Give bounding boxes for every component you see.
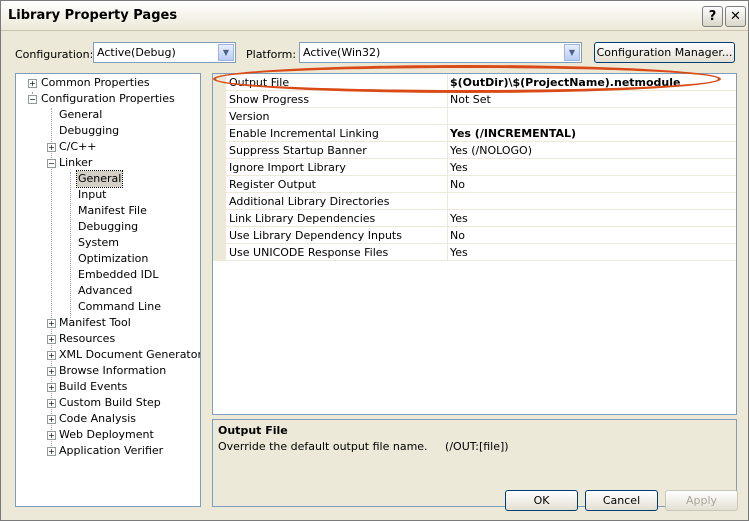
property-value[interactable]: Yes (/INCREMENTAL) [450,127,576,140]
property-tree[interactable]: + Common Properties − Configuration Prop… [15,73,201,507]
property-row-output-file[interactable]: Output File $(OutDir)\$(ProjectName).net… [226,74,736,91]
platform-combo[interactable]: Active(Win32) ▼ [299,42,582,63]
property-name: Link Library Dependencies [229,212,376,225]
property-value[interactable]: No [450,178,465,191]
property-row-ignore-import-library[interactable]: Ignore Import Library Yes [226,159,736,176]
platform-value: Active(Win32) [303,46,381,59]
property-value[interactable]: Yes (/NOLOGO) [450,144,532,157]
property-row-register-output[interactable]: Register Output No [226,176,736,193]
property-name: Version [229,110,270,123]
property-value[interactable]: $(OutDir)\$(ProjectName).netmodule [450,76,681,89]
property-grid[interactable]: Output File $(OutDir)\$(ProjectName).net… [212,73,737,415]
collapse-minus-icon[interactable]: − [28,95,37,104]
property-name: Show Progress [229,93,310,106]
help-button[interactable]: ? [702,6,723,27]
property-row-additional-library-directories[interactable]: Additional Library Directories [226,193,736,210]
property-name: Use UNICODE Response Files [229,246,389,259]
property-name: Use Library Dependency Inputs [229,229,402,242]
expand-plus-icon[interactable]: + [47,447,56,456]
property-name: Additional Library Directories [229,195,390,208]
expand-plus-icon[interactable]: + [47,319,56,328]
ok-button[interactable]: OK [505,490,578,511]
expand-plus-icon[interactable]: + [47,399,56,408]
expand-plus-icon[interactable]: + [47,335,56,344]
configuration-label: Configuration: [15,48,94,61]
property-row-version[interactable]: Version [226,108,736,125]
description-title: Output File [218,424,288,437]
property-row-use-unicode-response-files[interactable]: Use UNICODE Response Files Yes [226,244,736,261]
grid-margin [213,74,226,261]
configuration-manager-button[interactable]: Configuration Manager... [594,42,735,63]
close-button[interactable]: ✕ [725,6,746,27]
expand-plus-icon[interactable]: + [47,431,56,440]
property-pages-dialog: Library Property Pages ? ✕ Configuration… [0,0,749,521]
property-row-link-library-dependencies[interactable]: Link Library Dependencies Yes [226,210,736,227]
property-row-use-library-dependency-inputs[interactable]: Use Library Dependency Inputs No [226,227,736,244]
property-value[interactable]: Yes [450,246,468,259]
cancel-button[interactable]: Cancel [585,490,658,511]
property-value[interactable]: Yes [450,161,468,174]
property-row-suppress-startup-banner[interactable]: Suppress Startup Banner Yes (/NOLOGO) [226,142,736,159]
configuration-value: Active(Debug) [97,46,176,59]
property-name: Suppress Startup Banner [229,144,367,157]
title-bar[interactable]: Library Property Pages ? ✕ [1,1,748,31]
chevron-down-icon[interactable]: ▼ [218,44,234,61]
apply-button[interactable]: Apply [665,490,738,511]
platform-label: Platform: [246,48,297,61]
description-text: Override the default output file name. (… [218,440,509,453]
configuration-combo[interactable]: Active(Debug) ▼ [93,42,236,63]
property-name: Ignore Import Library [229,161,346,174]
collapse-minus-icon[interactable]: − [47,159,56,168]
expand-plus-icon[interactable]: + [28,79,37,88]
property-name: Output File [229,76,290,89]
property-name: Enable Incremental Linking [229,127,379,140]
window-title: Library Property Pages [8,8,178,23]
expand-plus-icon[interactable]: + [47,415,56,424]
description-pane: Output File Override the default output … [212,419,737,507]
property-value[interactable]: No [450,229,465,242]
property-value[interactable]: Not Set [450,93,491,106]
expand-plus-icon[interactable]: + [47,143,56,152]
property-row-show-progress[interactable]: Show Progress Not Set [226,91,736,108]
expand-plus-icon[interactable]: + [47,351,56,360]
chevron-down-icon[interactable]: ▼ [564,44,580,61]
property-name: Register Output [229,178,316,191]
property-value[interactable]: Yes [450,212,468,225]
property-row-enable-incremental-linking[interactable]: Enable Incremental Linking Yes (/INCREME… [226,125,736,142]
expand-plus-icon[interactable]: + [47,367,56,376]
expand-plus-icon[interactable]: + [47,383,56,392]
